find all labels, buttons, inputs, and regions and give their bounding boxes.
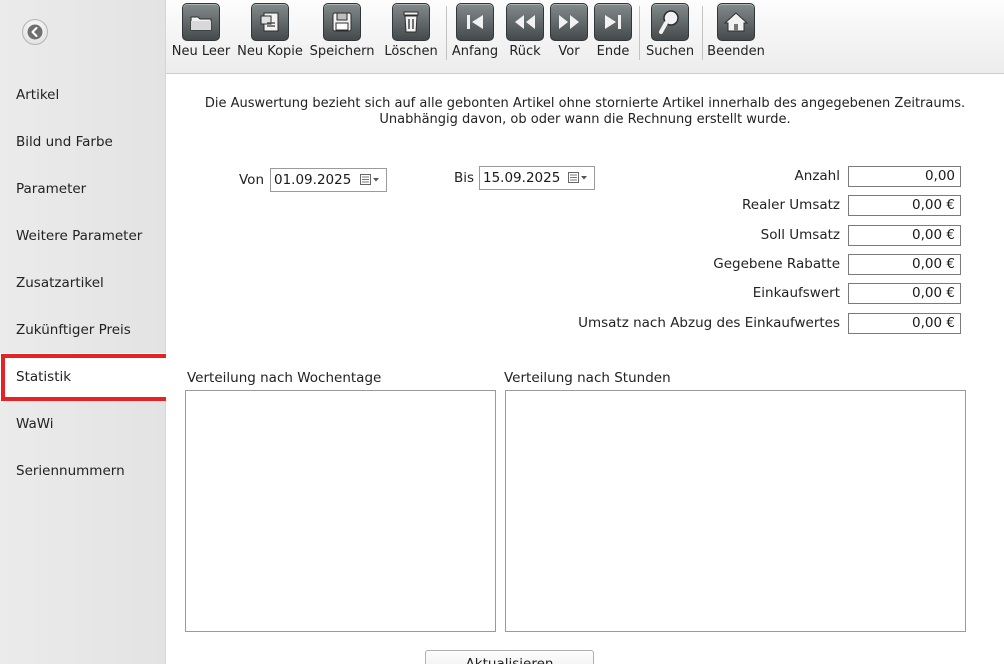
toolbar-separator [446, 6, 447, 60]
anzahl-value: 0,00 [848, 166, 961, 187]
soll-umsatz-label: Soll Umsatz [760, 227, 840, 243]
copy-document-icon [251, 3, 289, 41]
beenden-button[interactable]: Beenden [706, 0, 766, 74]
sidebar-item-label: Zukünftiger Preis [16, 321, 131, 338]
stunden-title: Verteilung nach Stunden [504, 370, 671, 386]
trash-icon [392, 3, 430, 41]
suchen-button[interactable]: Suchen [644, 0, 696, 74]
beenden-label: Beenden [707, 44, 765, 59]
fast-forward-icon [550, 3, 588, 41]
sidebar-item-statistik[interactable]: Statistik [0, 353, 170, 401]
sidebar-item-zusatzartikel[interactable]: Zusatzartikel [0, 259, 166, 306]
sidebar-item-label: Artikel [16, 86, 60, 103]
sidebar-item-label: Weitere Parameter [16, 227, 143, 244]
toolbar: Neu Leer Neu Kopie Speichern Löschen Anf… [166, 0, 1004, 74]
wochentage-title: Verteilung nach Wochentage [187, 370, 382, 386]
sidebar-item-parameter[interactable]: Parameter [0, 165, 166, 212]
sidebar-item-wawi[interactable]: WaWi [0, 400, 166, 447]
ende-button[interactable]: Ende [593, 0, 633, 74]
von-date-value: 01.09.2025 [274, 172, 352, 188]
sidebar-item-label: Parameter [16, 180, 87, 197]
anfang-button[interactable]: Anfang [451, 0, 499, 74]
speichern-button[interactable]: Speichern [309, 0, 375, 74]
anfang-label: Anfang [451, 44, 499, 59]
neu-leer-button[interactable]: Neu Leer [170, 0, 232, 74]
rewind-icon [506, 3, 544, 41]
bis-date-input[interactable]: 15.09.2025 [479, 166, 595, 190]
sidebar: Artikel Bild und Farbe Parameter Weitere… [0, 0, 170, 664]
sidebar-item-label: Seriennummern [16, 462, 125, 479]
description-line-1: Die Auswertung bezieht sich auf alle geb… [204, 96, 966, 111]
einkaufswert-label: Einkaufswert [752, 285, 840, 301]
suchen-label: Suchen [645, 44, 695, 59]
realer-umsatz-label: Realer Umsatz [742, 197, 840, 213]
stunden-list[interactable] [505, 390, 966, 632]
sidebar-item-seriennummern[interactable]: Seriennummern [0, 447, 166, 494]
gegebene-rabatte-label: Gegebene Rabatte [713, 256, 840, 272]
neu-leer-label: Neu Leer [171, 44, 231, 59]
umsatz-netto-value: 0,00 € [848, 313, 961, 334]
calendar-dropdown-icon[interactable] [568, 172, 588, 184]
skip-first-icon [456, 3, 494, 41]
rueck-button[interactable]: Rück [504, 0, 546, 74]
folder-icon [182, 3, 220, 41]
bis-date-value: 15.09.2025 [483, 170, 561, 186]
loeschen-label: Löschen [384, 44, 438, 59]
aktualisieren-button[interactable]: Aktualisieren [425, 650, 594, 664]
back-button[interactable] [22, 19, 48, 45]
sidebar-item-label: Zusatzartikel [16, 274, 104, 291]
neu-kopie-button[interactable]: Neu Kopie [237, 0, 303, 74]
calendar-dropdown-icon[interactable] [360, 174, 380, 186]
save-icon [323, 3, 361, 41]
sidebar-item-label: WaWi [16, 415, 54, 432]
home-icon [717, 3, 755, 41]
von-date-input[interactable]: 01.09.2025 [270, 168, 387, 192]
sidebar-item-artikel[interactable]: Artikel [0, 71, 166, 118]
anzahl-label: Anzahl [794, 168, 840, 184]
vor-button[interactable]: Vor [549, 0, 589, 74]
toolbar-separator [639, 6, 640, 60]
skip-last-icon [594, 3, 632, 41]
toolbar-separator [702, 6, 703, 60]
statistik-panel: Die Auswertung bezieht sich auf alle geb… [166, 75, 1004, 664]
ende-label: Ende [596, 44, 630, 59]
einkaufswert-value: 0,00 € [848, 283, 961, 304]
sidebar-item-zukuenftiger-preis[interactable]: Zukünftiger Preis [0, 306, 166, 353]
loeschen-button[interactable]: Löschen [383, 0, 439, 74]
realer-umsatz-value: 0,00 € [848, 195, 961, 216]
speichern-label: Speichern [309, 44, 375, 59]
arrow-left-icon [27, 24, 43, 40]
description-line-2: Unabhängig davon, ob oder wann die Rechn… [379, 112, 791, 127]
search-icon [651, 3, 689, 41]
wochentage-list[interactable] [185, 390, 496, 632]
rueck-label: Rück [509, 44, 541, 59]
bis-label: Bis [454, 170, 475, 186]
vor-label: Vor [558, 44, 580, 59]
sidebar-item-label: Bild und Farbe [16, 133, 113, 150]
neu-kopie-label: Neu Kopie [237, 44, 303, 59]
umsatz-netto-label: Umsatz nach Abzug des Einkaufwertes [578, 315, 840, 331]
von-label: Von [239, 172, 265, 188]
sidebar-item-bild-und-farbe[interactable]: Bild und Farbe [0, 118, 166, 165]
gegebene-rabatte-value: 0,00 € [848, 254, 961, 275]
soll-umsatz-value: 0,00 € [848, 225, 961, 246]
sidebar-item-weitere-parameter[interactable]: Weitere Parameter [0, 212, 166, 259]
sidebar-item-label: Statistik [16, 368, 72, 385]
sidebar-nav: Artikel Bild und Farbe Parameter Weitere… [0, 71, 170, 494]
description-text: Die Auswertung bezieht sich auf alle geb… [166, 96, 1004, 128]
